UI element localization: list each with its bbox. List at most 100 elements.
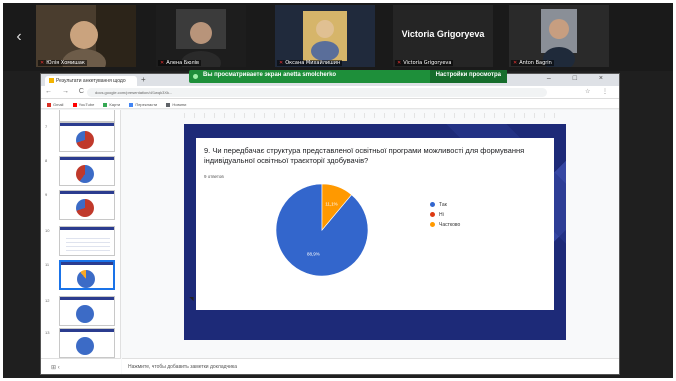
video-feed [156, 5, 246, 67]
thumbnail-pie [76, 305, 94, 323]
maps-icon [103, 102, 108, 107]
slide-thumbnail-row[interactable] [45, 110, 117, 122]
gallery-prev-button[interactable]: ‹ [9, 25, 29, 49]
slide-number: 9 [45, 192, 48, 197]
participant-tile[interactable]: ✕ Юлія Хомишак [36, 5, 136, 67]
slide-thumbnail-row[interactable]: 13 [45, 328, 117, 358]
bookmark-item[interactable]: Перекласти [129, 102, 157, 107]
participant-tile[interactable]: Victoria Grigoryeva ✕ Victoria Grigoryeva [393, 5, 493, 67]
slide-thumbnail-row[interactable]: 8 [45, 156, 117, 186]
nav-buttons[interactable]: ← → C [45, 88, 88, 95]
thumbnail-pie [76, 165, 94, 183]
slide-number: 8 [45, 158, 48, 163]
chart-legend: Так Ні Частково [430, 202, 460, 232]
screen-share-banner: Вы просматриваете экран anetta smolcherk… [189, 70, 507, 83]
thumbnail-header [60, 297, 114, 300]
participant-gallery: ‹ ✕ Юлія Хомишак ✕ Алена Бюлів ✕ Оксана … [3, 3, 673, 71]
thumbnail-pie [77, 270, 95, 288]
slide-number: 13 [45, 330, 50, 335]
legend-item: Так [430, 202, 460, 212]
address-bar-row: ← → C docs.google.com/presentation/d/1wq… [41, 86, 619, 99]
slide-thumbnail-row[interactable]: 10 [45, 226, 117, 256]
current-slide[interactable]: 9. Чи передбачає структура представленої… [184, 124, 566, 340]
ruler [184, 113, 564, 118]
thumbnail-pie [76, 337, 94, 355]
slide-thumbnail[interactable] [59, 110, 115, 122]
view-controls[interactable]: ⊞ ‹ [41, 358, 121, 374]
slide-thumbnail-row[interactable]: 11 [45, 260, 117, 290]
slide-number: 11 [45, 262, 50, 267]
slide-thumbnail[interactable] [59, 296, 115, 326]
slide-thumbnail-row[interactable]: 12 [45, 296, 117, 326]
participant-name: ✕ Оксана Михайлишин [277, 60, 343, 66]
slide-filmstrip: 7 8 9 10 11 12 13 [41, 110, 121, 358]
slide-number: 12 [45, 298, 50, 303]
slide-thumbnail[interactable] [59, 260, 115, 290]
slide-canvas-area: 9. Чи передбачає структура представленої… [122, 110, 619, 358]
share-status-icon [193, 74, 198, 79]
meeting-window: ‹ ✕ Юлія Хомишак ✕ Алена Бюлів ✕ Оксана … [3, 3, 673, 378]
slide-number: 7 [45, 124, 48, 129]
thumbnail-header [60, 227, 114, 230]
bookmark-item[interactable]: Новини [166, 102, 186, 107]
legend-swatch [430, 222, 435, 228]
url-field[interactable]: docs.google.com/presentation/d/1wqk3Xk..… [87, 88, 547, 97]
mic-muted-icon: ✕ [160, 60, 165, 66]
window-controls[interactable]: – □ × [547, 75, 613, 82]
new-tab-button[interactable]: + [141, 75, 146, 84]
legend-swatch [430, 212, 435, 218]
bookmarks-bar: Gmail YouTube Карти Перекласти Новини [41, 99, 619, 109]
pie-chart: 88,9% 11,1% [275, 183, 369, 277]
participant-tile[interactable]: ✕ Anton Bagrin [509, 5, 609, 67]
video-feed [509, 5, 609, 67]
slide-thumbnail[interactable] [59, 190, 115, 220]
slide-thumbnail-row[interactable]: 9 [45, 190, 117, 220]
participant-name: ✕ Anton Bagrin [511, 60, 554, 66]
video-feed [36, 5, 136, 67]
pie-data-label: 11,1% [325, 202, 337, 207]
thumbnail-header [60, 329, 114, 332]
bookmark-item[interactable]: YouTube [72, 102, 94, 107]
slide-thumbnail[interactable] [59, 156, 115, 186]
shared-screen: Результати анкетування щодо + – □ × ← → … [40, 73, 620, 375]
slide-thumbnail-row[interactable]: 7 [45, 122, 117, 152]
slides-icon [49, 78, 54, 84]
participant-name: ✕ Алена Бюлів [158, 60, 201, 66]
share-banner-text: Вы просматриваете экран anetta smolcherk… [203, 72, 337, 78]
video-feed [275, 5, 375, 67]
question-text: 9. Чи передбачає структура представленої… [204, 146, 525, 165]
participant-name: ✕ Victoria Grigoryeva [395, 60, 454, 66]
participant-tile[interactable]: ✕ Оксана Михайлишин [275, 5, 375, 67]
thumbnail-header [61, 262, 113, 265]
response-count: 9 ответов [204, 174, 224, 179]
legend-label: Ні [439, 212, 444, 218]
participant-name: ✕ Юлія Хомишак [38, 60, 87, 66]
legend-item: Ні [430, 212, 460, 222]
thumbnail-pie [76, 131, 94, 149]
pie-data-label: 88,9% [307, 251, 320, 256]
mic-muted-icon: ✕ [279, 60, 284, 66]
slide-number: 10 [45, 228, 50, 233]
slide-thumbnail[interactable] [59, 328, 115, 358]
thumbnail-pie [76, 199, 94, 217]
bookmark-item[interactable]: Карти [103, 102, 120, 107]
translate-icon [129, 102, 134, 107]
view-options-button[interactable]: Настройки просмотра [429, 70, 507, 83]
legend-label: Так [439, 202, 447, 208]
bookmark-item[interactable]: Gmail [47, 102, 63, 107]
legend-label: Частково [439, 222, 461, 228]
thumbnail-header [60, 123, 114, 126]
thumbnail-header [60, 157, 114, 160]
youtube-icon [72, 102, 77, 107]
browser-tab[interactable]: Результати анкетування щодо [45, 76, 137, 86]
speaker-notes[interactable]: Нажмите, чтобы добавить заметки докладчи… [122, 358, 619, 374]
slides-editor: 7 8 9 10 11 12 13 9. Чи передбачає структура п… [41, 110, 619, 374]
legend-swatch [430, 202, 435, 208]
slide-thumbnail[interactable] [59, 122, 115, 152]
thumbnail-header [60, 191, 114, 194]
notes-placeholder: Нажмите, чтобы добавить заметки докладчи… [128, 364, 238, 370]
participant-tile[interactable]: ✕ Алена Бюлів [156, 5, 246, 67]
mic-muted-icon: ✕ [513, 60, 518, 66]
extensions[interactable]: ☆ ⋮ [585, 88, 613, 95]
slide-thumbnail[interactable] [59, 226, 115, 256]
